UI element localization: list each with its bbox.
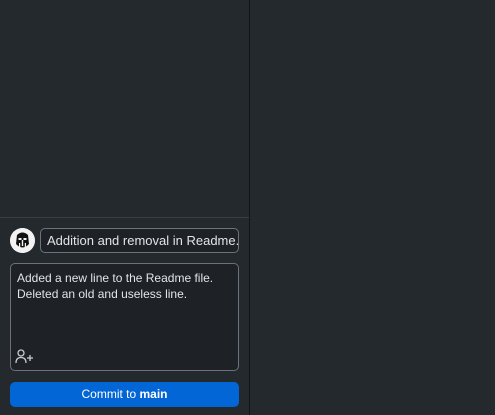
commit-summary-input[interactable]: Addition and removal in Readme. [40,228,239,253]
commit-branch-name: main [139,387,168,401]
description-line: Added a new line to the Readme file. [17,271,214,285]
diff-pane [250,0,495,415]
commit-description-input[interactable]: Added a new line to the Readme file. Del… [10,263,239,371]
commit-button[interactable]: Commit to main [10,382,239,407]
commit-description-text: Added a new line to the Readme file. Del… [17,270,232,302]
commit-message-area: Addition and removal in Readme. Added a … [0,217,249,415]
add-coauthor-icon[interactable] [15,348,35,364]
description-line: Deleted an old and useless line. [17,287,188,301]
user-avatar-icon[interactable] [10,228,35,253]
commit-button-prefix: Commit to [81,387,140,401]
